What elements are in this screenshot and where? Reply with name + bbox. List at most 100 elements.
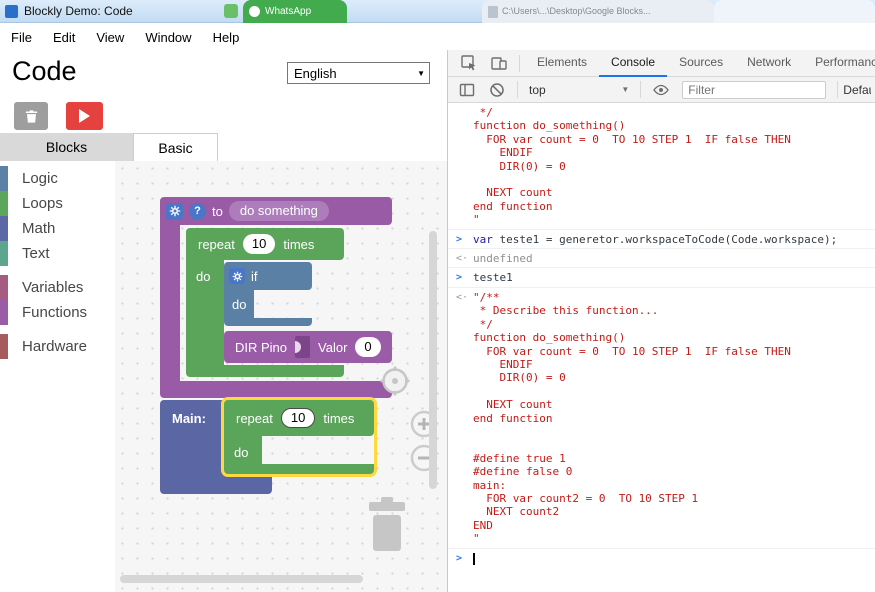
category-color-bar [0, 216, 8, 241]
tab-blocks[interactable]: Blocks [0, 133, 133, 161]
console-log[interactable]: */function do_something() FOR var count … [448, 103, 875, 592]
play-icon [79, 109, 90, 123]
if-block[interactable]: if do [224, 262, 312, 326]
clear-console-icon[interactable] [489, 82, 505, 98]
value-input-socket[interactable] [295, 336, 310, 358]
device-toolbar-icon[interactable] [491, 55, 507, 71]
console-sidebar-icon[interactable] [459, 82, 475, 98]
if-block-header[interactable]: if [224, 262, 312, 290]
console-entry: > [448, 549, 875, 567]
repeat-block-header[interactable]: repeat 10 times [186, 228, 344, 260]
menu-window[interactable]: Window [145, 30, 191, 45]
mutator-gear-icon[interactable] [229, 268, 245, 284]
category-color-bar [0, 166, 8, 191]
discard-button[interactable] [14, 102, 48, 130]
console-toolbar: top ▼ Defau [448, 77, 875, 103]
console-entry-marker: > [456, 233, 473, 246]
mutator-gear-icon[interactable] [166, 203, 183, 220]
help-icon[interactable]: ? [189, 203, 206, 220]
block-label: repeat [236, 411, 273, 426]
main-block-spine[interactable]: Main: [160, 400, 224, 474]
blockly-area: Logic Loops Math Text VariablesFunctions Hard… [0, 161, 447, 592]
category-label: Logic [22, 170, 58, 187]
category-label: Text [22, 245, 50, 262]
empty-statement-socket[interactable] [262, 436, 324, 464]
function-definition-block[interactable]: ? to do something repeat 10 times [160, 197, 392, 398]
repeat-block-foot [224, 464, 374, 474]
dir-pino-block[interactable]: DIR Pino Valor 0 [224, 331, 392, 363]
devtools-tab-elements[interactable]: Elements [525, 50, 599, 77]
repeat-do-spine: do [186, 260, 224, 365]
console-entry-text: */function do_something() FOR var count … [473, 106, 791, 227]
repeat-block-selected[interactable]: repeat 10 times do [224, 400, 374, 474]
workspace-vertical-scrollbar[interactable] [429, 231, 437, 489]
main-block[interactable]: Main: repeat 10 times do [160, 400, 374, 494]
devtools-tab-console[interactable]: Console [599, 50, 667, 77]
menu-file[interactable]: File [11, 30, 32, 45]
language-value: English [294, 66, 337, 81]
toolbox-category-logic[interactable]: Logic [0, 166, 115, 191]
log-levels-selector[interactable]: Defau [843, 83, 871, 97]
toolbox-category-math[interactable]: Math [0, 216, 115, 241]
repeat-block-header[interactable]: repeat 10 times [224, 400, 374, 436]
menu-view[interactable]: View [96, 30, 124, 45]
chevron-down-icon: ▼ [417, 69, 425, 78]
eye-icon[interactable] [653, 82, 669, 98]
trash-icon [24, 109, 39, 124]
workspace-horizontal-scrollbar[interactable] [120, 575, 363, 583]
category-label: Loops [22, 195, 63, 212]
repeat-count-field[interactable]: 10 [281, 408, 315, 428]
console-entry-text[interactable] [473, 552, 475, 565]
whatsapp-icon [249, 6, 260, 17]
divider [640, 81, 641, 98]
console-filter-input[interactable] [682, 81, 826, 99]
console-entry-text: teste1 [473, 271, 513, 284]
tab-basic[interactable]: Basic [133, 133, 218, 161]
browser-tab-partial[interactable] [714, 0, 875, 23]
devtools-tabs: ElementsConsoleSourcesNetworkPerformance [525, 50, 875, 77]
blockly-workspace[interactable]: ? to do something repeat 10 times [115, 161, 447, 592]
category-color-bar [0, 241, 8, 266]
repeat-block[interactable]: repeat 10 times do [186, 228, 392, 377]
console-entry: */function do_something() FOR var count … [448, 103, 875, 230]
window-titlebar[interactable]: Blockly Demo: Code WhatsApp C:\Users\...… [0, 0, 875, 23]
function-block-header[interactable]: ? to do something [160, 197, 392, 225]
zoom-reset-button[interactable] [380, 366, 410, 401]
menu-edit[interactable]: Edit [53, 30, 75, 45]
toolbox-category-functions[interactable]: Functions [0, 300, 115, 325]
run-button[interactable] [66, 102, 103, 130]
category-color-bar [0, 334, 8, 359]
toolbox-category-text[interactable]: Text [0, 241, 115, 266]
toolbox-category-loops[interactable]: Loops [0, 191, 115, 216]
browser-tab-whatsapp[interactable]: WhatsApp [243, 0, 347, 23]
app-icon [5, 5, 18, 18]
divider [517, 81, 518, 98]
devtools-tab-performance[interactable]: Performance [803, 50, 875, 77]
text-cursor [473, 553, 475, 565]
empty-statement-socket[interactable] [254, 290, 302, 318]
language-select[interactable]: English ▼ [287, 62, 430, 84]
console-entry: >teste1 [448, 268, 875, 287]
toolbox-category-hardware[interactable]: Hardware [0, 334, 115, 359]
block-label: Valor [318, 340, 347, 355]
toolbox: Logic Loops Math Text VariablesFunctions Hard… [0, 161, 115, 592]
console-entry-marker: > [456, 271, 473, 284]
inspect-element-icon[interactable] [461, 55, 477, 71]
if-do-spine: do [224, 290, 254, 318]
context-selector[interactable]: top ▼ [523, 83, 635, 97]
divider [519, 55, 520, 72]
page-title: Code [12, 56, 77, 87]
devtools-tab-network[interactable]: Network [735, 50, 803, 77]
extension-icon [224, 4, 238, 18]
repeat-count-field[interactable]: 10 [243, 234, 275, 254]
category-label: Hardware [22, 338, 87, 355]
menu-help[interactable]: Help [213, 30, 240, 45]
menu-bar: File Edit View Window Help [0, 24, 875, 50]
workspace-trash-icon[interactable] [365, 495, 409, 558]
function-name-field[interactable]: do something [229, 201, 329, 221]
toolbox-category-variables[interactable]: Variables [0, 275, 115, 300]
valor-field[interactable]: 0 [355, 337, 380, 357]
browser-tab-file[interactable]: C:\Users\...\Desktop\Google Blocks... [482, 0, 714, 23]
tab-label: WhatsApp [265, 6, 311, 17]
devtools-tab-sources[interactable]: Sources [667, 50, 735, 77]
